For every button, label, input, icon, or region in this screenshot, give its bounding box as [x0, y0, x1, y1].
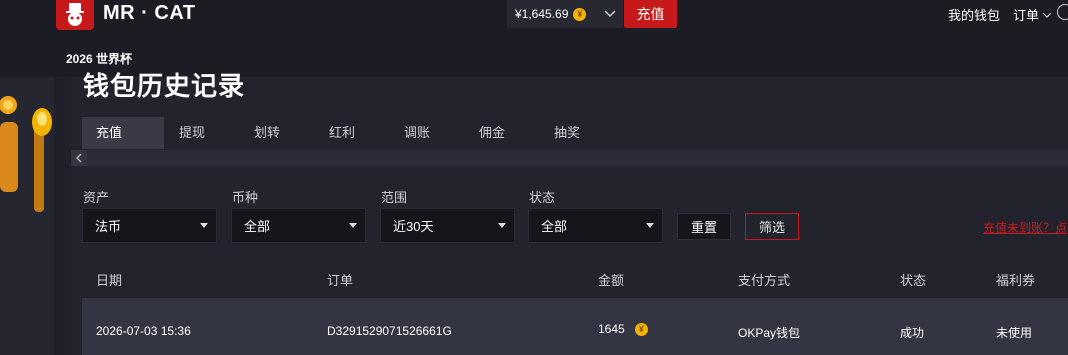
tab-scrollbar[interactable] — [71, 150, 1068, 166]
status-select-value: 全部 — [541, 219, 568, 234]
tab-commission[interactable]: 佣金 — [464, 117, 539, 149]
row-coupon: 未使用 — [996, 326, 1033, 340]
tab-deposit[interactable]: 充值 — [82, 117, 164, 149]
my-wallet-link[interactable]: 我的钱包 — [948, 5, 1000, 24]
row-amount-value: 1645 — [598, 322, 625, 336]
row-status: 成功 — [900, 326, 925, 340]
table-header: 日期 订单 金额 支付方式 状态 福利券 — [82, 260, 1068, 298]
balance-display[interactable]: ¥1,645.69 ¥ — [507, 0, 623, 28]
currency-select-value: 全部 — [244, 219, 271, 234]
scroll-left-button[interactable] — [71, 150, 87, 166]
row-payment-method: OKPay钱包 — [738, 326, 801, 340]
deposit-help-link[interactable]: 充值未到账？点 — [983, 219, 1067, 236]
page-title: 钱包历史记录 — [83, 71, 246, 101]
tab-withdraw[interactable]: 提现 — [164, 117, 239, 149]
status-filter-label: 状态 — [529, 190, 556, 205]
trophy-mascot-illustration — [0, 96, 52, 212]
asset-select[interactable]: 法币 — [82, 208, 217, 243]
globe-icon[interactable] — [1057, 4, 1068, 20]
chevron-left-icon — [76, 153, 82, 163]
caret-down-icon — [200, 223, 208, 228]
caret-down-icon — [349, 223, 357, 228]
column-header-coupon: 福利券 — [996, 273, 1036, 288]
deposit-button[interactable]: 充值 — [624, 0, 677, 28]
brand-logo[interactable] — [56, 0, 94, 30]
row-date: 2026-07-03 15:36 — [96, 324, 191, 338]
range-filter-label: 范围 — [381, 190, 408, 205]
tab-lottery[interactable]: 抽奖 — [539, 117, 614, 149]
column-header-status: 状态 — [900, 273, 927, 288]
cat-logo-icon — [66, 3, 84, 26]
column-header-order: 订单 — [327, 273, 354, 288]
caret-down-icon — [646, 223, 654, 228]
tab-transfer[interactable]: 划转 — [239, 117, 314, 149]
chevron-down-icon[interactable] — [603, 6, 617, 20]
column-header-payment: 支付方式 — [738, 273, 791, 288]
chevron-down-icon — [1042, 12, 1052, 18]
range-select-value: 近30天 — [393, 219, 434, 234]
coin-icon: ¥ — [634, 322, 648, 336]
range-select[interactable]: 近30天 — [380, 208, 515, 243]
coin-icon: ¥ — [573, 7, 587, 21]
column-header-amount: 金额 — [598, 273, 625, 288]
currency-select[interactable]: 全部 — [231, 208, 366, 243]
filter-button[interactable]: 筛选 — [745, 213, 799, 240]
history-tabs: 充值 提现 划转 红利 调账 佣金 抽奖 — [82, 117, 614, 149]
promo-art-panel — [0, 77, 54, 355]
row-order-id: D3291529071526661G — [327, 324, 452, 338]
column-header-date: 日期 — [96, 273, 123, 288]
caret-down-icon — [498, 223, 506, 228]
orders-menu-label: 订单 — [1013, 8, 1040, 23]
status-select[interactable]: 全部 — [528, 208, 663, 243]
row-amount: 1645 ¥ — [598, 322, 648, 336]
tab-bonus[interactable]: 红利 — [314, 117, 389, 149]
worldcup-link[interactable]: 2026 世界杯 — [66, 50, 132, 67]
currency-filter-label: 币种 — [232, 190, 259, 205]
orders-menu[interactable]: 订单 — [1013, 5, 1052, 24]
brand-name[interactable]: MR · CAT — [103, 2, 196, 25]
asset-filter-label: 资产 — [83, 190, 110, 205]
table-row[interactable]: 2026-07-03 15:36 D3291529071526661G 1645… — [82, 298, 1068, 355]
tab-adjustment[interactable]: 调账 — [389, 117, 464, 149]
balance-amount: ¥1,645.69 — [515, 7, 569, 21]
asset-select-value: 法币 — [95, 219, 122, 234]
reset-button[interactable]: 重置 — [677, 213, 731, 240]
